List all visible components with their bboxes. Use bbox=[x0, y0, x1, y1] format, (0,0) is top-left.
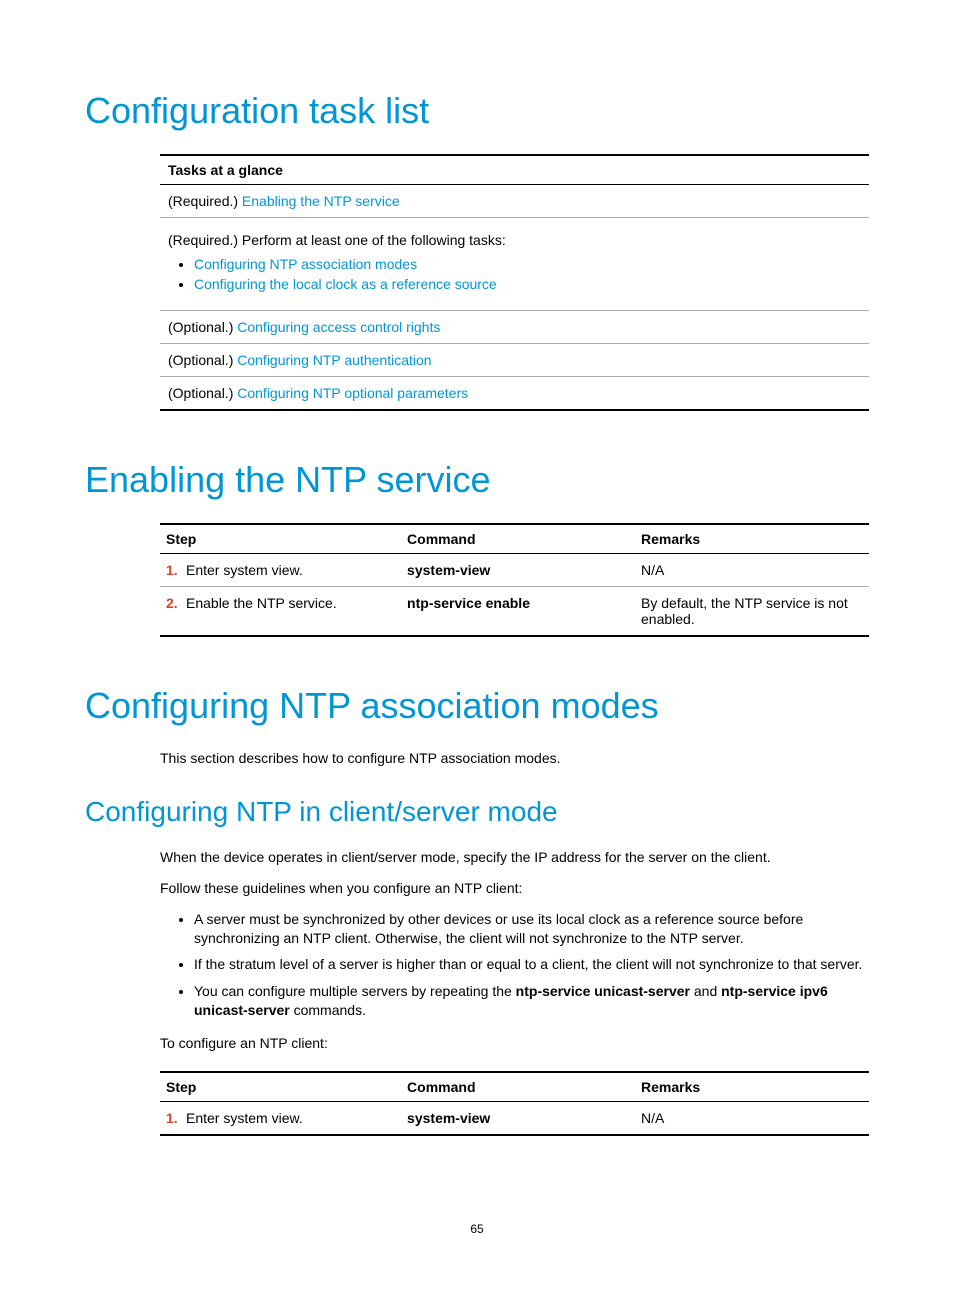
cs-paragraph-1: When the device operates in client/serve… bbox=[160, 848, 869, 867]
remarks-text: N/A bbox=[641, 562, 664, 578]
step-text: Enter system view. bbox=[186, 1110, 303, 1126]
cs-paragraph-2: Follow these guidelines when you configu… bbox=[160, 879, 869, 898]
table-row: 2.Enable the NTP service. ntp-service en… bbox=[160, 587, 869, 637]
col-command-header: Command bbox=[401, 1072, 635, 1102]
assoc-intro-text: This section describes how to configure … bbox=[160, 749, 869, 768]
table-row: (Optional.) Configuring access control r… bbox=[160, 311, 869, 344]
command-text: ntp-service enable bbox=[407, 595, 530, 611]
link-config-ntp-assoc-modes[interactable]: Configuring NTP association modes bbox=[194, 256, 417, 272]
heading-config-ntp-client-server: Configuring NTP in client/server mode bbox=[85, 796, 869, 828]
tasks-header: Tasks at a glance bbox=[160, 155, 869, 185]
step-number: 1. bbox=[166, 1110, 186, 1126]
list-item: A server must be synchronized by other d… bbox=[194, 910, 869, 948]
tasks-table: Tasks at a glance (Required.) Enabling t… bbox=[160, 154, 869, 411]
col-remarks-header: Remarks bbox=[635, 1072, 869, 1102]
table-row: 1.Enter system view. system-view N/A bbox=[160, 1102, 869, 1136]
link-config-local-clock-ref[interactable]: Configuring the local clock as a referen… bbox=[194, 276, 497, 292]
list-item: If the stratum level of a server is high… bbox=[194, 955, 869, 974]
command-text: system-view bbox=[407, 562, 490, 578]
table-row: 1.Enter system view. system-view N/A bbox=[160, 554, 869, 587]
cs-paragraph-3: To configure an NTP client: bbox=[160, 1034, 869, 1053]
table-row: (Required.) Enabling the NTP service bbox=[160, 185, 869, 218]
col-step-header: Step bbox=[160, 524, 401, 554]
table-row: (Required.) Perform at least one of the … bbox=[160, 218, 869, 311]
task-sublist: Configuring NTP association modes Config… bbox=[168, 256, 861, 292]
heading-enabling-ntp-service: Enabling the NTP service bbox=[85, 459, 869, 501]
col-command-header: Command bbox=[401, 524, 635, 554]
link-config-ntp-auth[interactable]: Configuring NTP authentication bbox=[237, 352, 431, 368]
cs-guidelines-list: A server must be synchronized by other d… bbox=[160, 910, 869, 1020]
step-number: 1. bbox=[166, 562, 186, 578]
cmd-inline: ntp-service unicast-server bbox=[516, 983, 690, 999]
col-remarks-header: Remarks bbox=[635, 524, 869, 554]
col-step-header: Step bbox=[160, 1072, 401, 1102]
command-text: system-view bbox=[407, 1110, 490, 1126]
optional-label: (Optional.) bbox=[168, 385, 233, 401]
enable-steps-table: Step Command Remarks 1.Enter system view… bbox=[160, 523, 869, 637]
table-row: (Optional.) Configuring NTP authenticati… bbox=[160, 344, 869, 377]
step-text: Enter system view. bbox=[186, 562, 303, 578]
remarks-text: By default, the NTP service is not enabl… bbox=[641, 595, 848, 627]
step-text: Enable the NTP service. bbox=[186, 595, 337, 611]
link-config-ntp-optional-params[interactable]: Configuring NTP optional parameters bbox=[237, 385, 468, 401]
step-number: 2. bbox=[166, 595, 186, 611]
link-config-access-control[interactable]: Configuring access control rights bbox=[237, 319, 440, 335]
required-label: (Required.) bbox=[168, 193, 238, 209]
optional-label: (Optional.) bbox=[168, 319, 233, 335]
remarks-text: N/A bbox=[641, 1110, 664, 1126]
task-intro-text: (Required.) Perform at least one of the … bbox=[168, 232, 506, 248]
link-enabling-ntp-service[interactable]: Enabling the NTP service bbox=[242, 193, 400, 209]
list-item: You can configure multiple servers by re… bbox=[194, 982, 869, 1020]
table-row: (Optional.) Configuring NTP optional par… bbox=[160, 377, 869, 411]
heading-config-task-list: Configuration task list bbox=[85, 90, 869, 132]
list-item: Configuring NTP association modes bbox=[194, 256, 861, 272]
heading-config-ntp-assoc-modes: Configuring NTP association modes bbox=[85, 685, 869, 727]
page-number: 65 bbox=[0, 1222, 954, 1236]
client-steps-table: Step Command Remarks 1.Enter system view… bbox=[160, 1071, 869, 1136]
optional-label: (Optional.) bbox=[168, 352, 233, 368]
list-item: Configuring the local clock as a referen… bbox=[194, 276, 861, 292]
